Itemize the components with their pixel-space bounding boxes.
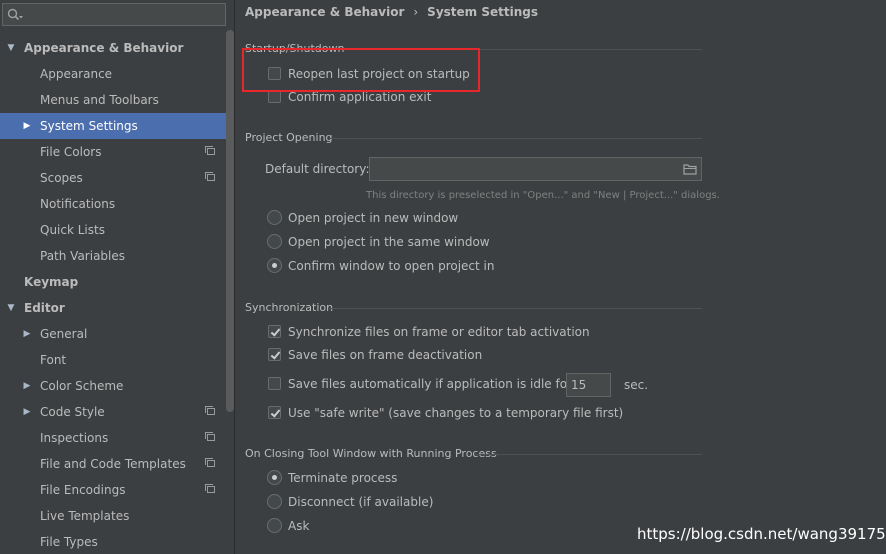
radio-button[interactable] <box>267 518 282 533</box>
sidebar-item-label: File Types <box>40 535 98 549</box>
checkbox-box[interactable] <box>268 348 281 361</box>
checkbox-box[interactable] <box>268 406 281 419</box>
sidebar-item-file-colors[interactable]: File Colors <box>0 139 226 165</box>
sidebar-item-label: File and Code Templates <box>40 457 186 471</box>
checkbox-label: Synchronize files on frame or editor tab… <box>288 325 590 339</box>
idle-seconds-field[interactable] <box>566 373 611 397</box>
sidebar-item-notifications[interactable]: Notifications <box>0 191 226 217</box>
sidebar-item-label: Font <box>40 353 67 367</box>
project-settings-icon <box>205 458 215 467</box>
sidebar-item-label: Code Style <box>40 405 105 419</box>
project-settings-icon <box>205 484 215 493</box>
collapsed-arrow-icon[interactable]: ▶ <box>21 399 33 425</box>
section-project-opening-title: Project Opening <box>245 131 333 144</box>
sidebar-item-appearance[interactable]: Appearance <box>0 61 226 87</box>
sidebar-item-file-types[interactable]: File Types <box>0 529 226 554</box>
collapsed-arrow-icon[interactable]: ▶ <box>21 321 33 347</box>
idle-seconds-input[interactable] <box>571 377 607 393</box>
radio-button[interactable] <box>267 494 282 509</box>
sidebar-scrollbar[interactable] <box>226 30 234 412</box>
sidebar-item-label: Path Variables <box>40 249 126 263</box>
checkbox-label: Save files on frame deactivation <box>288 348 483 362</box>
sidebar-item-keymap[interactable]: Keymap <box>0 269 226 295</box>
search-icon[interactable] <box>7 8 23 22</box>
folder-icon[interactable] <box>683 163 697 175</box>
sidebar-item-label: Editor <box>24 301 65 315</box>
radio-label: Ask <box>288 519 310 533</box>
sidebar-item-scopes[interactable]: Scopes <box>0 165 226 191</box>
sidebar-item-label: Live Templates <box>40 509 130 523</box>
default-directory-field[interactable] <box>369 157 702 181</box>
settings-tree: ▼ Appearance & Behavior Appearance Menus an… <box>0 35 226 554</box>
radio-label: Terminate process <box>288 471 398 485</box>
sidebar-item-label: File Encodings <box>40 483 126 497</box>
breadcrumb-separator: › <box>413 5 419 19</box>
sidebar-item-label: Quick Lists <box>40 223 105 237</box>
section-divider <box>329 138 702 139</box>
sidebar-item-path-variables[interactable]: Path Variables <box>0 243 226 269</box>
breadcrumb-parent: Appearance & Behavior <box>245 5 405 19</box>
sidebar-item-inspections[interactable]: Inspections <box>0 425 226 451</box>
sidebar-item-general[interactable]: ▶ General <box>0 321 226 347</box>
sidebar-item-label: Inspections <box>40 431 109 445</box>
sidebar-item-file-and-code-templates[interactable]: File and Code Templates <box>0 451 226 477</box>
watermark-text: https://blog.csdn.net/wang391752 <box>637 525 886 543</box>
sidebar-item-system-settings[interactable]: ▶ System Settings <box>0 113 226 139</box>
project-settings-icon <box>205 406 215 415</box>
checkbox-label: Use "safe write" (save changes to a temp… <box>288 406 624 420</box>
sidebar-item-label: Appearance & Behavior <box>24 41 184 55</box>
radio-button[interactable] <box>267 234 282 249</box>
checkbox-box[interactable] <box>268 325 281 338</box>
settings-content: Appearance & Behavior › System Settings St… <box>235 0 886 554</box>
search-input[interactable] <box>25 5 221 24</box>
radio-label: Open project in the same window <box>288 235 490 249</box>
section-divider <box>475 454 702 455</box>
project-settings-icon <box>205 432 215 441</box>
default-directory-label: Default directory: <box>265 162 370 176</box>
collapsed-arrow-icon[interactable]: ▶ <box>21 373 33 399</box>
checkbox-box[interactable] <box>268 377 281 390</box>
default-directory-input[interactable] <box>374 160 674 178</box>
sidebar-item-label: System Settings <box>40 119 138 133</box>
expanded-arrow-icon[interactable]: ▼ <box>5 35 17 61</box>
seconds-unit-label: sec. <box>624 378 649 392</box>
sidebar-item-label: Appearance <box>40 67 113 81</box>
sidebar-item-font[interactable]: Font <box>0 347 226 373</box>
expanded-arrow-icon[interactable]: ▼ <box>5 295 17 321</box>
highlight-annotation <box>242 48 480 92</box>
radio-label: Open project in new window <box>288 211 459 225</box>
sidebar-item-label: Notifications <box>40 197 116 211</box>
sidebar-item-live-templates[interactable]: Live Templates <box>0 503 226 529</box>
sidebar-item-label: General <box>40 327 88 341</box>
breadcrumb: Appearance & Behavior › System Settings <box>245 4 538 20</box>
sidebar-item-menus-and-toolbars[interactable]: Menus and Toolbars <box>0 87 226 113</box>
section-sync-title: Synchronization <box>245 301 334 314</box>
settings-sidebar: ▼ Appearance & Behavior Appearance Menus an… <box>0 0 235 554</box>
breadcrumb-current: System Settings <box>427 5 538 19</box>
default-directory-hint: This directory is preselected in "Open..… <box>366 190 720 201</box>
project-settings-icon <box>205 172 215 181</box>
sidebar-item-color-scheme[interactable]: ▶ Color Scheme <box>0 373 226 399</box>
radio-button[interactable] <box>267 210 282 225</box>
sidebar-item-label: Scopes <box>40 171 83 185</box>
project-settings-icon <box>205 146 215 155</box>
collapsed-arrow-icon[interactable]: ▶ <box>21 113 33 139</box>
checkbox-label: Save files automatically if application … <box>288 377 572 391</box>
radio-button[interactable] <box>267 258 282 273</box>
sidebar-item-label: Menus and Toolbars <box>40 93 159 107</box>
sidebar-item-label: File Colors <box>40 145 102 159</box>
sidebar-item-code-style[interactable]: ▶ Code Style <box>0 399 226 425</box>
sidebar-item-editor[interactable]: ▼ Editor <box>0 295 226 321</box>
sidebar-item-file-encodings[interactable]: File Encodings <box>0 477 226 503</box>
radio-button[interactable] <box>267 470 282 485</box>
section-closing-title: On Closing Tool Window with Running Proc… <box>245 447 497 460</box>
sidebar-item-label: Keymap <box>24 275 79 289</box>
sidebar-item-label: Color Scheme <box>40 379 124 393</box>
sidebar-item-quick-lists[interactable]: Quick Lists <box>0 217 226 243</box>
sidebar-item-appearance-behavior[interactable]: ▼ Appearance & Behavior <box>0 35 226 61</box>
section-divider <box>329 308 702 309</box>
radio-label: Confirm window to open project in <box>288 259 495 273</box>
search-box[interactable] <box>2 3 226 26</box>
radio-label: Disconnect (if available) <box>288 495 434 509</box>
